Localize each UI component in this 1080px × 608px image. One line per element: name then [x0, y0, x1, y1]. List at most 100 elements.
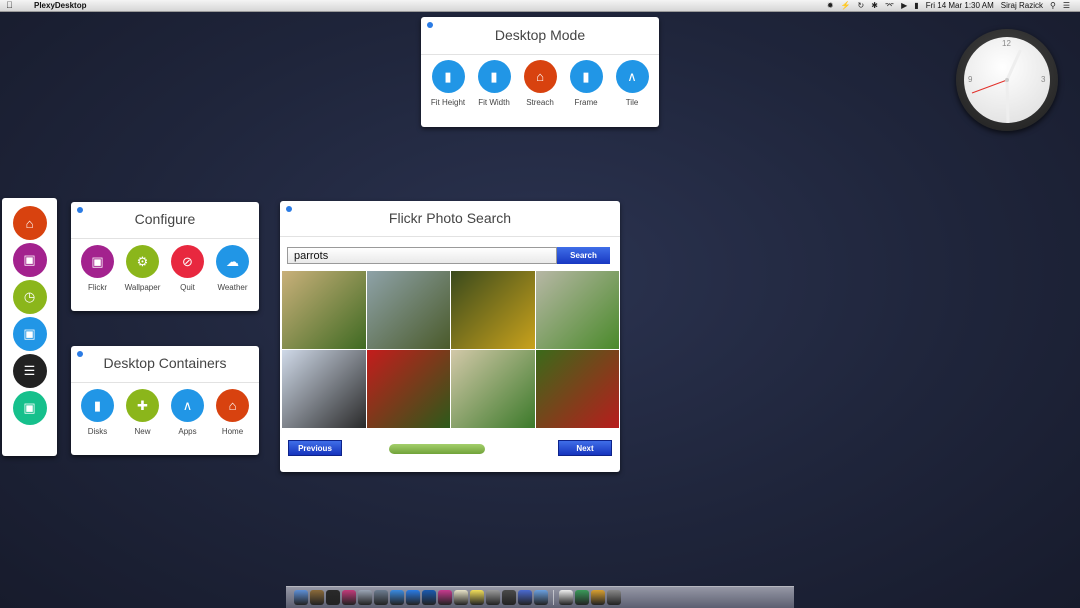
- analog-clock-widget[interactable]: 12 3 9: [956, 29, 1058, 131]
- dock-itunes-icon[interactable]: [438, 590, 452, 605]
- dock-calendar-icon[interactable]: [559, 590, 573, 605]
- wallpaper-button[interactable]: ⚙ Wallpaper: [120, 245, 165, 292]
- clock-menu[interactable]: Fri 14 Mar 1:30 AM: [926, 1, 994, 10]
- flickr-button[interactable]: ▣ Flickr: [75, 245, 120, 292]
- sidebar-list-icon[interactable]: ☰: [12, 354, 47, 388]
- appstore-icon: ∧: [171, 389, 204, 422]
- search-input[interactable]: [287, 247, 557, 264]
- volume-icon[interactable]: ▶: [901, 1, 907, 11]
- dock-calculator-icon[interactable]: [502, 590, 516, 605]
- home-button[interactable]: ⌂ Home: [210, 389, 255, 436]
- panel-title: Desktop Containers: [71, 346, 259, 383]
- clock-face: 12 3 9: [964, 37, 1050, 123]
- bolt-icon[interactable]: ⚡: [841, 1, 851, 11]
- new-button[interactable]: ✚ New: [120, 389, 165, 436]
- desktop-containers-panel: Desktop Containers ▮ Disks ✚ New ∧ Apps ⌂ Ho…: [71, 346, 259, 455]
- disk-icon: ▮: [477, 60, 511, 93]
- search-bar: Search: [287, 247, 610, 264]
- weather-button[interactable]: ☁ Weather: [210, 245, 255, 292]
- panel-handle-dot[interactable]: [77, 207, 83, 213]
- photo-grid: [282, 271, 619, 428]
- list-icon[interactable]: ☰: [1063, 1, 1070, 11]
- plexy-icon[interactable]: ✹: [827, 1, 834, 11]
- photo-thumbnail[interactable]: [366, 350, 450, 428]
- dock-settings-icon[interactable]: [486, 590, 500, 605]
- dock-terminal-icon[interactable]: [326, 590, 340, 605]
- image-icon: ▣: [81, 245, 114, 278]
- dock-stickies-icon[interactable]: [470, 590, 484, 605]
- panel-handle-dot[interactable]: [427, 22, 433, 28]
- disks-button[interactable]: ▮ Disks: [75, 389, 120, 436]
- disk-icon: ▮: [569, 60, 603, 93]
- dock-books-icon[interactable]: [591, 590, 605, 605]
- dock-maps-icon[interactable]: [374, 590, 388, 605]
- frame-button[interactable]: ▮ Frame: [563, 60, 609, 107]
- photo-thumbnail[interactable]: [451, 350, 535, 428]
- menu-bar:  PlexyDesktop ✹ ⚡ ↻ ✱ ⌤ ▶ ▮ Fri 14 Mar …: [0, 0, 1080, 12]
- sidebar-image-icon[interactable]: ▣: [12, 243, 47, 277]
- dock-finder-icon[interactable]: [294, 590, 308, 605]
- fit-width-button[interactable]: ▮ Fit Width: [471, 60, 517, 107]
- disk-icon: ▮: [431, 60, 465, 93]
- configure-panel: Configure ▣ Flickr ⚙ Wallpaper ⊘ Quit ☁ Weat…: [71, 202, 259, 311]
- battery-icon[interactable]: ▮: [914, 1, 918, 11]
- sidebar-home-icon[interactable]: ⌂: [12, 206, 47, 240]
- dock-preview-icon[interactable]: [310, 590, 324, 605]
- search-icon[interactable]: ⚲: [1050, 1, 1056, 11]
- photo-thumbnail[interactable]: [366, 271, 450, 349]
- photo-thumbnail[interactable]: [282, 350, 366, 428]
- next-button[interactable]: Next: [558, 440, 612, 456]
- panel-title: Flickr Photo Search: [280, 201, 620, 237]
- sidebar-folder-add-icon[interactable]: ▣: [12, 391, 47, 425]
- home-icon: ⌂: [523, 60, 557, 93]
- wifi-icon[interactable]: ⌤: [885, 1, 894, 11]
- panel-title: Desktop Mode: [421, 17, 659, 55]
- panel-handle-dot[interactable]: [286, 206, 292, 212]
- photo-thumbnail[interactable]: [535, 350, 619, 428]
- appstore-icon: ∧: [615, 60, 649, 93]
- dock-photos-icon[interactable]: [342, 590, 356, 605]
- apps-button[interactable]: ∧ Apps: [165, 389, 210, 436]
- photo-thumbnail[interactable]: [282, 271, 366, 349]
- photo-thumbnail[interactable]: [535, 271, 619, 349]
- panel-handle-dot[interactable]: [77, 351, 83, 357]
- disk-icon: ▮: [81, 389, 114, 422]
- previous-button[interactable]: Previous: [288, 440, 342, 456]
- stretch-button[interactable]: ⌂ Streach: [517, 60, 563, 107]
- dock-notes-icon[interactable]: [454, 590, 468, 605]
- dock-separator: [553, 590, 554, 605]
- plus-icon: ✚: [126, 389, 159, 422]
- dock-globe-icon[interactable]: [422, 590, 436, 605]
- quit-button[interactable]: ⊘ Quit: [165, 245, 210, 292]
- clock-hands: [971, 49, 1022, 123]
- user-menu[interactable]: Siraj Razick: [1001, 1, 1043, 10]
- sidebar-contact-icon[interactable]: ▣: [12, 317, 47, 351]
- progress-bar: [389, 444, 485, 454]
- dock-appstore-icon[interactable]: [390, 590, 404, 605]
- dock-downloads-icon[interactable]: [406, 590, 420, 605]
- fit-height-button[interactable]: ▮ Fit Height: [425, 60, 471, 107]
- dock-mail-icon[interactable]: [534, 590, 548, 605]
- dock-xcode-icon[interactable]: [518, 590, 532, 605]
- sidebar-clock-icon[interactable]: ◷: [12, 280, 47, 314]
- status-menus: ✹ ⚡ ↻ ✱ ⌤ ▶ ▮ Fri 14 Mar 1:30 AM Siraj R…: [827, 1, 1080, 11]
- search-button[interactable]: Search: [557, 247, 610, 264]
- cloud-icon: ☁: [216, 245, 249, 278]
- bluetooth-icon[interactable]: ✱: [871, 1, 878, 11]
- tile-button[interactable]: ∧ Tile: [609, 60, 655, 107]
- dock: [286, 586, 794, 608]
- desktop-mode-panel: Desktop Mode ▮ Fit Height ▮ Fit Width ⌂ Str…: [421, 17, 659, 127]
- panel-title: Configure: [71, 202, 259, 239]
- gear-icon: ⚙: [126, 245, 159, 278]
- dock-maps-icon[interactable]: [575, 590, 589, 605]
- dock-trash-icon[interactable]: [607, 590, 621, 605]
- sidebar: ⌂ ▣ ◷ ▣ ☰ ▣: [2, 198, 57, 456]
- photo-thumbnail[interactable]: [451, 271, 535, 349]
- quit-icon: ⊘: [171, 245, 204, 278]
- apple-menu-icon[interactable]: : [6, 0, 20, 11]
- timemachine-icon[interactable]: ↻: [858, 1, 865, 11]
- dock-safari-icon[interactable]: [358, 590, 372, 605]
- app-name-menu[interactable]: PlexyDesktop: [34, 1, 86, 10]
- flickr-search-panel: Flickr Photo Search Search Previous Next: [280, 201, 620, 472]
- home-icon: ⌂: [216, 389, 249, 422]
